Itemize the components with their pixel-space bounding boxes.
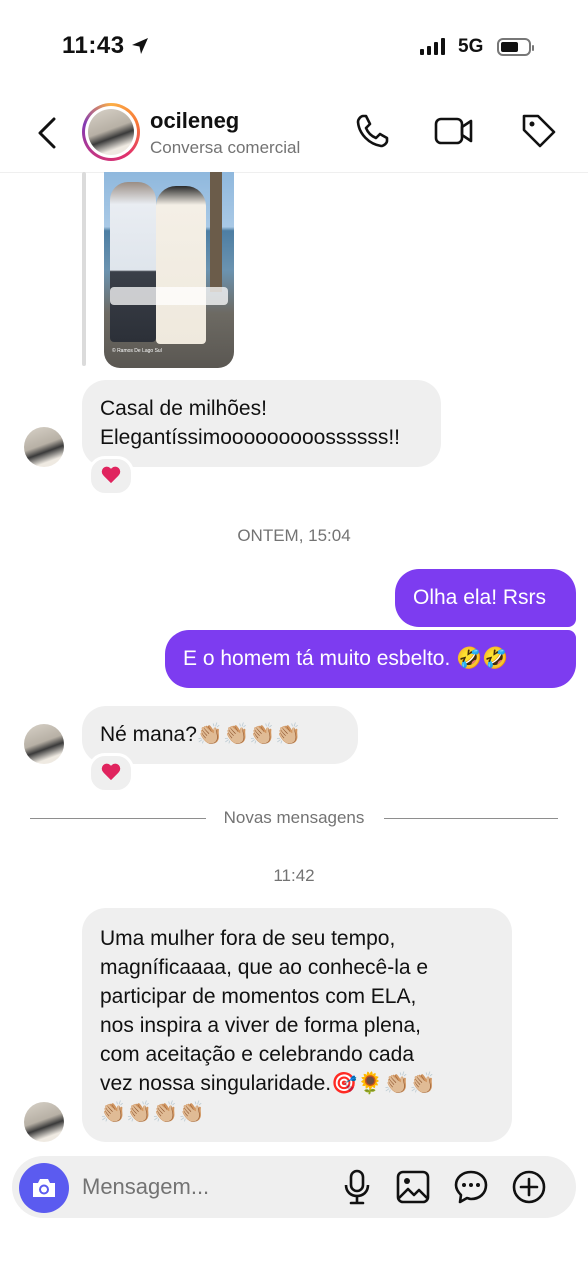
incoming-message[interactable]: Casal de milhões! Elegantíssimooooooooos… <box>82 380 441 467</box>
phone-icon[interactable] <box>354 112 390 150</box>
network-type: 5G <box>458 36 484 57</box>
message-line: Uma mulher fora de seu tempo, <box>100 927 396 950</box>
incoming-message[interactable]: Uma mulher fora de seu tempo, magníficaa… <box>82 908 512 1142</box>
heart-reaction[interactable] <box>88 753 134 793</box>
sender-avatar[interactable] <box>24 724 64 764</box>
message-line: magníficaaaa, que ao conhecê-la e <box>100 956 429 979</box>
timestamp: 11:42 <box>273 866 315 885</box>
heart-reaction[interactable] <box>88 456 134 496</box>
chat-username[interactable]: ocileneg <box>150 108 239 134</box>
message-line: Casal de milhões! <box>100 397 267 420</box>
heart-icon <box>101 764 121 782</box>
video-call-icon[interactable] <box>434 112 474 150</box>
divider-label: Novas mensagens <box>211 808 377 827</box>
photo-credit: © Ramos De Lago Sul <box>112 348 162 354</box>
message-line: Elegantíssimooooooooossssss!! <box>100 426 400 449</box>
message-line: 👏🏼👏🏼👏🏼👏🏼 <box>100 1101 205 1124</box>
camera-icon <box>33 1179 55 1197</box>
message-line: vez nossa singularidade.🎯🌻👏🏼👏🏼 <box>100 1072 436 1095</box>
sender-avatar[interactable] <box>24 1102 64 1142</box>
signal-icon <box>420 38 445 55</box>
outgoing-message[interactable]: E o homem tá muito esbelto. 🤣🤣 <box>165 630 576 688</box>
sender-avatar[interactable] <box>24 427 64 467</box>
header-divider <box>0 172 588 173</box>
plus-icon[interactable] <box>511 1168 547 1206</box>
message-line: participar de momentos com ELA, <box>100 985 417 1008</box>
outgoing-message[interactable]: Olha ela! Rsrs <box>395 569 576 627</box>
reply-indicator <box>82 172 86 366</box>
message-line: nos inspira a viver de forma plena, <box>100 1014 421 1037</box>
microphone-icon[interactable] <box>342 1168 372 1206</box>
gallery-icon[interactable] <box>395 1168 431 1206</box>
battery-icon <box>497 38 534 56</box>
message-input[interactable]: Mensagem... <box>82 1174 209 1200</box>
shared-photo[interactable]: © Ramos De Lago Sul <box>104 172 234 368</box>
heart-icon <box>101 467 121 485</box>
back-icon[interactable] <box>36 116 58 150</box>
camera-button[interactable] <box>19 1163 69 1213</box>
new-messages-divider: Novas mensagens <box>0 808 588 828</box>
status-time: 11:43 <box>62 32 125 59</box>
timestamp: ONTEM, 15:04 <box>237 526 351 545</box>
profile-avatar[interactable] <box>82 103 140 161</box>
tag-icon[interactable] <box>520 112 558 150</box>
chat-subtitle: Conversa comercial <box>150 138 301 157</box>
message-line: com aceitação e celebrando cada <box>100 1043 415 1066</box>
sticker-icon[interactable] <box>453 1168 489 1206</box>
location-arrow-icon <box>132 38 148 54</box>
